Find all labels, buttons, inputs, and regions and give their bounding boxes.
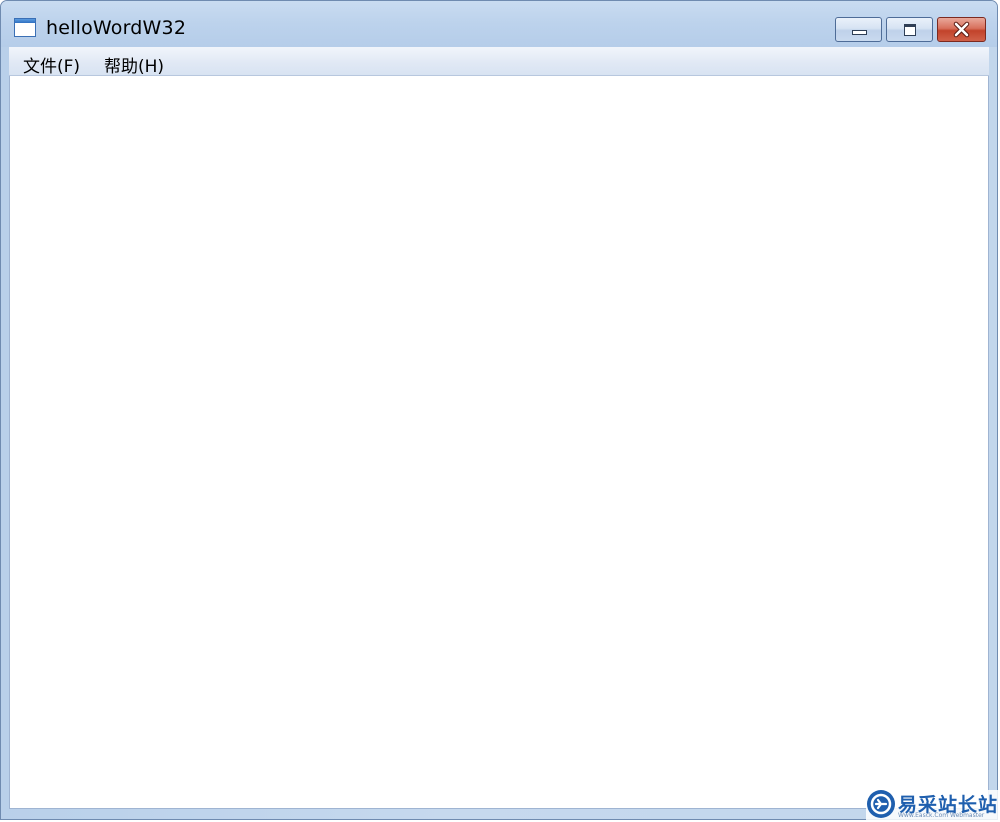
close-icon [953,21,970,38]
maximize-icon [904,24,916,36]
site-logo-icon [867,790,895,818]
window-app-icon[interactable] [14,18,36,37]
menu-item-file[interactable]: 文件(F) [17,51,86,78]
client-area[interactable] [9,76,989,809]
close-button[interactable] [937,17,986,42]
menu-bar: 文件(F) 帮助(H) [9,47,989,78]
menu-item-help[interactable]: 帮助(H) [98,51,170,78]
minimize-button[interactable] [835,17,882,42]
site-watermark: 易采站长站 Www.Easck.Com Webmaster [866,790,1000,822]
title-bar[interactable]: helloWordW32 [1,1,997,47]
maximize-button[interactable] [886,17,933,42]
watermark-subtext: Www.Easck.Com Webmaster [898,812,985,819]
minimize-icon [852,30,867,35]
app-icon-titlebar [15,19,35,23]
window-title: helloWordW32 [46,17,187,39]
app-window: helloWordW32 文件(F) 帮助(H) [0,0,998,820]
